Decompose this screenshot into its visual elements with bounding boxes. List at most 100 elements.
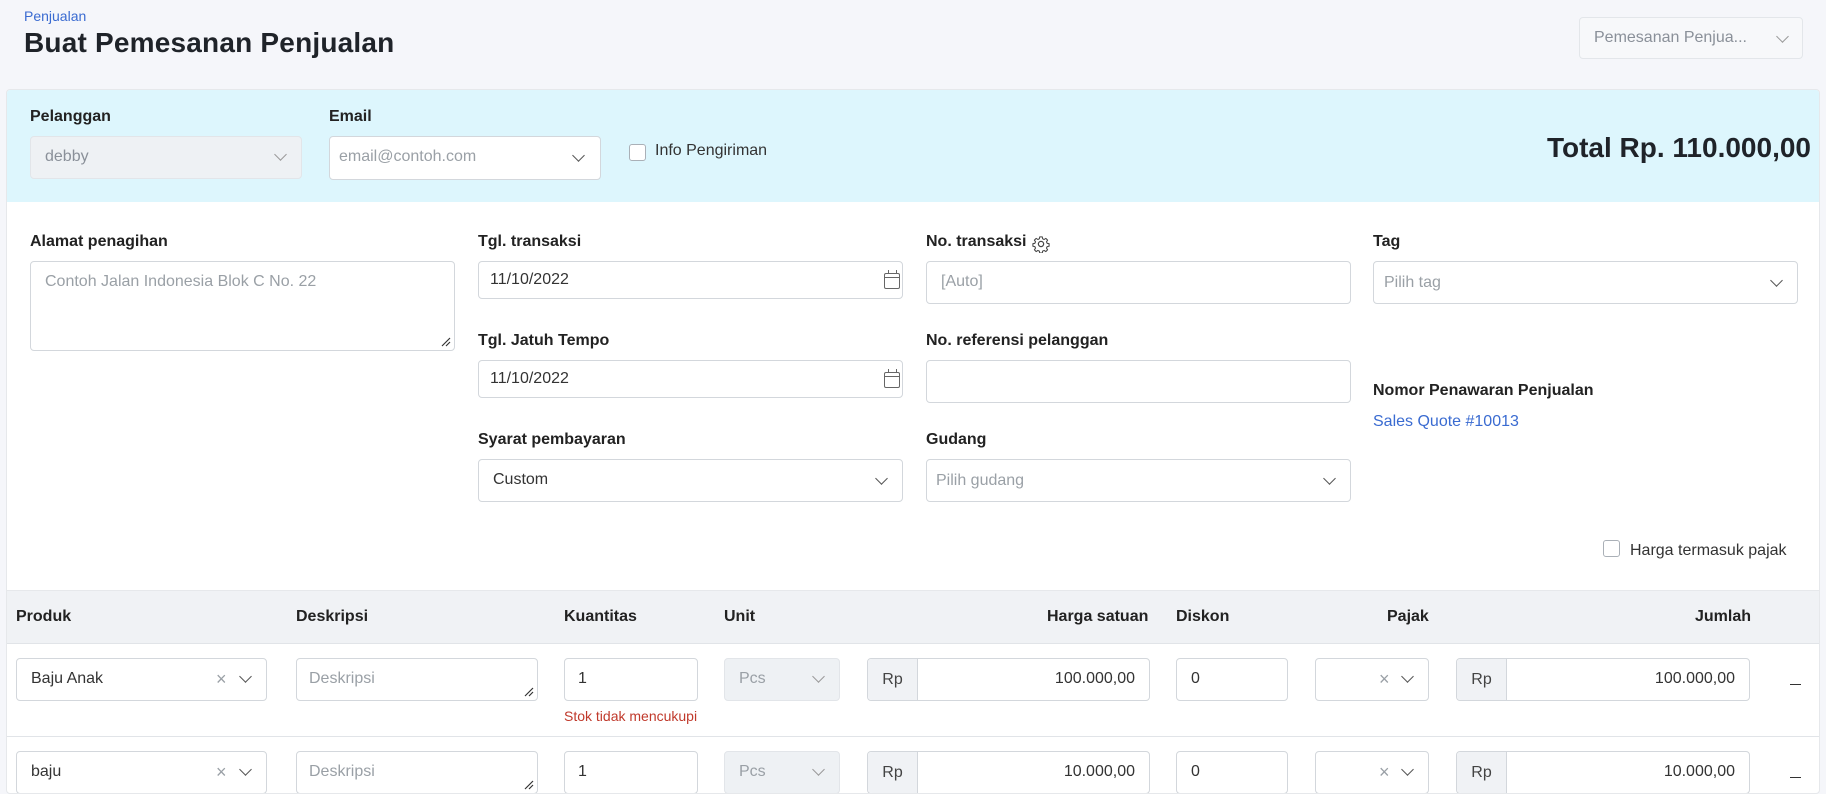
row-divider	[7, 736, 1819, 737]
currency-prefix: Rp	[1457, 752, 1507, 793]
clear-icon[interactable]: ×	[1379, 762, 1390, 783]
transaction-date-label: Tgl. transaksi	[478, 233, 582, 250]
amount-value: 10.000,00	[1663, 763, 1735, 780]
unit-select[interactable]: Pcs	[724, 658, 840, 701]
th-discount: Diskon	[1176, 608, 1230, 625]
gear-icon[interactable]	[1032, 235, 1050, 253]
calendar-icon[interactable]	[884, 270, 900, 289]
th-amount: Jumlah	[1695, 608, 1752, 625]
warehouse-select[interactable]: Pilih gudang	[926, 459, 1351, 502]
tag-label: Tag	[1373, 233, 1401, 250]
due-date-input[interactable]: 11/10/2022	[478, 360, 903, 398]
sales-quote-link[interactable]: Sales Quote #10013	[1373, 413, 1519, 431]
due-date-label: Tgl. Jatuh Tempo	[478, 332, 610, 349]
description-textarea[interactable]: Deskripsi	[296, 751, 538, 793]
billing-address-placeholder: Contoh Jalan Indonesia Blok C No. 22	[45, 273, 317, 290]
remove-row-icon[interactable]	[1790, 684, 1801, 685]
product-select[interactable]: baju ×	[16, 751, 267, 793]
th-unit-price: Harga satuan	[1047, 608, 1149, 625]
currency-prefix: Rp	[868, 752, 918, 793]
amount-input[interactable]: Rp 10.000,00	[1456, 751, 1750, 793]
discount-input[interactable]: 0	[1176, 751, 1288, 793]
quantity-value: 1	[578, 670, 587, 687]
chevron-down-icon	[1401, 763, 1414, 776]
warehouse-label: Gudang	[926, 431, 987, 448]
payment-terms-select[interactable]: Custom	[478, 459, 903, 502]
resize-handle-icon[interactable]	[441, 337, 451, 347]
amount-input[interactable]: Rp 100.000,00	[1456, 658, 1750, 701]
product-select[interactable]: Baju Anak ×	[16, 658, 267, 701]
chevron-down-icon	[274, 148, 287, 161]
email-placeholder: email@contoh.com	[339, 148, 477, 165]
resize-handle-icon[interactable]	[524, 780, 534, 790]
currency-prefix: Rp	[1457, 659, 1507, 700]
chevron-down-icon	[812, 763, 825, 776]
unit-value: Pcs	[739, 670, 766, 687]
customer-value: debby	[45, 148, 89, 165]
tax-inclusive-label[interactable]: Harga termasuk pajak	[1630, 542, 1787, 560]
unit-price-input[interactable]: Rp 10.000,00	[867, 751, 1150, 793]
email-select[interactable]: email@contoh.com	[329, 136, 601, 180]
th-description: Deskripsi	[296, 608, 369, 625]
chevron-down-icon	[239, 670, 252, 683]
quantity-input[interactable]: 1	[564, 751, 698, 793]
transaction-no-placeholder: [Auto]	[941, 273, 983, 290]
transaction-type-select[interactable]: Pemesanan Penjua...	[1579, 17, 1803, 59]
unit-select[interactable]: Pcs	[724, 751, 840, 793]
tax-select[interactable]: ×	[1315, 658, 1429, 701]
chevron-down-icon	[812, 670, 825, 683]
page-title: Buat Pemesanan Penjualan	[24, 27, 395, 58]
tax-select[interactable]: ×	[1315, 751, 1429, 793]
billing-address-textarea[interactable]: Contoh Jalan Indonesia Blok C No. 22	[30, 261, 455, 351]
unit-value: Pcs	[739, 763, 766, 780]
chevron-down-icon	[572, 149, 585, 162]
tag-placeholder: Pilih tag	[1384, 274, 1441, 291]
unit-price-input[interactable]: Rp 100.000,00	[867, 658, 1150, 701]
quote-no-label: Nomor Penawaran Penjualan	[1373, 382, 1594, 399]
amount-value: 100.000,00	[1654, 670, 1735, 687]
breadcrumb[interactable]: Penjualan	[24, 8, 86, 24]
product-value: Baju Anak	[31, 670, 104, 687]
th-quantity: Kuantitas	[564, 608, 637, 625]
customer-ref-label: No. referensi pelanggan	[926, 332, 1109, 349]
shipping-info-label[interactable]: Info Pengiriman	[655, 142, 767, 160]
transaction-date-input[interactable]: 11/10/2022	[478, 261, 903, 299]
transaction-type-value: Pemesanan Penjua...	[1594, 29, 1747, 46]
calendar-icon[interactable]	[884, 369, 900, 388]
chevron-down-icon	[1770, 274, 1783, 287]
discount-input[interactable]: 0	[1176, 658, 1288, 701]
payment-terms-label: Syarat pembayaran	[478, 431, 626, 448]
clear-icon[interactable]: ×	[216, 762, 227, 783]
customer-select[interactable]: debby	[30, 136, 302, 179]
unit-price-value: 10.000,00	[1063, 763, 1135, 780]
th-unit: Unit	[724, 608, 756, 625]
tax-inclusive-checkbox[interactable]	[1603, 540, 1620, 557]
items-table-header: Produk Deskripsi Kuantitas Unit Harga sa…	[7, 590, 1819, 644]
resize-handle-icon[interactable]	[524, 687, 534, 697]
description-placeholder: Deskripsi	[309, 670, 375, 687]
th-tax: Pajak	[1387, 608, 1429, 625]
quantity-input[interactable]: 1	[564, 658, 698, 701]
clear-icon[interactable]: ×	[216, 669, 227, 690]
billing-address-label: Alamat penagihan	[30, 233, 168, 250]
customer-banner: Pelanggan debby Email email@contoh.com I…	[7, 90, 1819, 202]
currency-prefix: Rp	[868, 659, 918, 700]
payment-terms-value: Custom	[493, 471, 549, 488]
transaction-date-value: 11/10/2022	[490, 271, 569, 288]
clear-icon[interactable]: ×	[1379, 669, 1390, 690]
tag-select[interactable]: Pilih tag	[1373, 261, 1798, 304]
remove-row-icon[interactable]	[1790, 777, 1801, 778]
total-amount: Total Rp. 110.000,00	[1546, 132, 1811, 163]
warehouse-placeholder: Pilih gudang	[936, 472, 1025, 489]
due-date-value: 11/10/2022	[490, 370, 569, 387]
shipping-info-checkbox[interactable]	[629, 144, 646, 161]
quantity-value: 1	[578, 763, 587, 780]
chevron-down-icon	[1323, 472, 1336, 485]
transaction-no-input[interactable]: [Auto]	[926, 261, 1351, 304]
customer-ref-input[interactable]	[926, 360, 1351, 403]
description-textarea[interactable]: Deskripsi	[296, 658, 538, 701]
email-label: Email	[329, 108, 372, 125]
chevron-down-icon	[239, 763, 252, 776]
stock-warning: Stok tidak mencukupi	[564, 708, 698, 724]
discount-value: 0	[1191, 763, 1200, 780]
